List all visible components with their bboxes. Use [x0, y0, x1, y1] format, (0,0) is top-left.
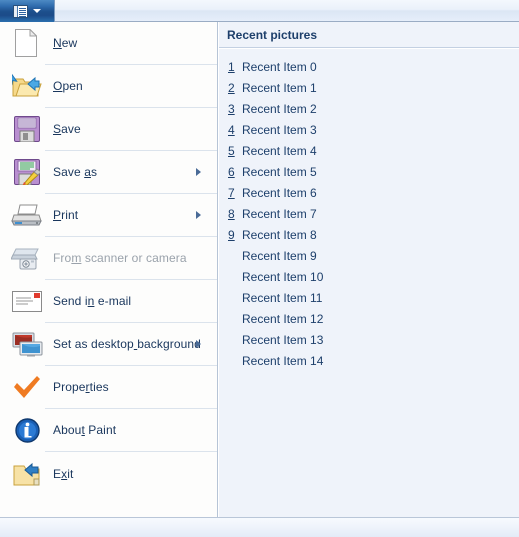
recent-item-label: Recent Item 10 — [242, 269, 324, 284]
envelope-icon — [8, 284, 46, 318]
menu-item-exit[interactable]: Exit — [0, 452, 217, 495]
recent-item-label: Recent Item 7 — [242, 206, 317, 221]
menu-item-set-desktop[interactable]: Set as desktop background — [0, 323, 217, 366]
menu-item-label: Open — [53, 79, 83, 93]
submenu-arrow-icon — [196, 168, 201, 176]
recent-item-number: 7 — [228, 185, 235, 200]
recent-item-label: Recent Item 12 — [242, 311, 324, 326]
monitors-icon — [12, 332, 43, 357]
submenu-arrow-icon — [196, 211, 201, 219]
recent-item[interactable]: 8 Recent Item 7 — [219, 203, 519, 224]
recent-item[interactable]: Recent Item 10 — [219, 266, 519, 287]
paint-file-menu-window: New Open Save Save as Print From scanner or c… — [0, 0, 519, 537]
file-menu-list: New Open Save Save as Print From scanner or c… — [0, 22, 217, 495]
recent-item-label: Recent Item 14 — [242, 353, 324, 368]
recent-item-number: 9 — [228, 227, 235, 242]
menu-item-label: About Paint — [53, 423, 117, 437]
recent-item-label: Recent Item 3 — [242, 122, 317, 137]
floppy-disk-icon — [14, 116, 40, 142]
recent-item-number: 1 — [228, 59, 235, 74]
floppy-disk-pencil-icon — [8, 155, 46, 189]
recent-item-label: Recent Item 5 — [242, 164, 317, 179]
menu-item-print[interactable]: Print — [0, 194, 217, 237]
recent-item-number: 8 — [228, 206, 235, 221]
status-bar — [0, 517, 519, 537]
recent-item[interactable]: 5 Recent Item 4 — [219, 140, 519, 161]
recent-item[interactable]: Recent Item 12 — [219, 308, 519, 329]
new-page-icon — [8, 26, 46, 60]
menu-item-save-as[interactable]: Save as — [0, 151, 217, 194]
menu-list-icon — [13, 4, 28, 18]
recent-item[interactable]: Recent Item 9 — [219, 245, 519, 266]
info-circle-icon — [15, 418, 40, 443]
menu-item-label: Save — [53, 122, 81, 136]
recent-item-label: Recent Item 11 — [242, 290, 323, 305]
info-circle-icon — [8, 413, 46, 447]
orange-check-icon — [14, 376, 40, 398]
printer-icon — [8, 198, 46, 232]
menu-item-new[interactable]: New — [0, 22, 217, 65]
recent-item-label: Recent Item 9 — [242, 248, 317, 263]
recent-item-label: Recent Item 6 — [242, 185, 317, 200]
menu-item-properties[interactable]: Properties — [0, 366, 217, 409]
menu-item-send-email[interactable]: Send in e-mail — [0, 280, 217, 323]
menu-item-save[interactable]: Save — [0, 108, 217, 151]
recent-item[interactable]: 7 Recent Item 6 — [219, 182, 519, 203]
recent-item-number: 5 — [228, 143, 235, 158]
menu-item-label: Exit — [53, 466, 74, 481]
recent-item-label: Recent Item 8 — [242, 227, 317, 242]
recent-item[interactable]: 3 Recent Item 2 — [219, 98, 519, 119]
menu-item-label: Save as — [53, 165, 98, 179]
submenu-arrow-icon — [196, 340, 201, 348]
scanner-camera-icon — [8, 241, 46, 275]
recent-item-number: 6 — [228, 164, 235, 179]
recent-item-label: Recent Item 13 — [242, 332, 324, 347]
envelope-icon — [12, 291, 42, 312]
menu-item-label: From scanner or camera — [53, 251, 187, 265]
recent-item-label: Recent Item 1 — [242, 80, 317, 95]
menu-item-label: New — [53, 36, 78, 50]
recent-item-label: Recent Item 2 — [242, 101, 317, 116]
scanner-camera-icon — [11, 248, 39, 270]
command-pane: New Open Save Save as Print From scanner or c… — [0, 22, 218, 517]
menu-body: New Open Save Save as Print From scanner or c… — [0, 22, 519, 517]
chevron-down-icon — [33, 9, 41, 13]
printer-icon — [11, 204, 42, 226]
recent-item[interactable]: Recent Item 11 — [219, 287, 519, 308]
exit-folder-icon — [8, 457, 46, 491]
floppy-disk-icon — [8, 112, 46, 146]
recent-pictures-header: Recent pictures — [219, 22, 519, 48]
menu-item-about-paint[interactable]: About Paint — [0, 409, 217, 452]
title-bar — [0, 0, 519, 22]
exit-folder-icon — [13, 462, 40, 485]
menu-item-from-scanner: From scanner or camera — [0, 237, 217, 280]
recent-item-number: 2 — [228, 80, 235, 95]
recent-item[interactable]: 9 Recent Item 8 — [219, 224, 519, 245]
menu-item-open[interactable]: Open — [0, 65, 217, 108]
recent-pictures-list: 1 Recent Item 0 2 Recent Item 1 3 Recent Item… — [219, 49, 519, 371]
recent-item[interactable]: 1 Recent Item 0 — [219, 56, 519, 77]
recent-pictures-pane: Recent pictures 1 Recent Item 0 2 Recent It… — [218, 22, 519, 517]
open-folder-icon — [8, 69, 46, 103]
new-page-icon — [15, 29, 37, 57]
recent-item-number: 3 — [228, 101, 235, 116]
recent-item-label: Recent Item 4 — [242, 143, 317, 158]
menu-item-label: Set as desktop background — [53, 337, 201, 351]
recent-item-number: 4 — [228, 122, 235, 137]
recent-item[interactable]: 6 Recent Item 5 — [219, 161, 519, 182]
menu-item-label: Send in e-mail — [53, 294, 132, 308]
monitors-icon — [8, 327, 46, 361]
open-folder-icon — [12, 73, 42, 97]
recent-item[interactable]: 4 Recent Item 3 — [219, 119, 519, 140]
recent-item[interactable]: 2 Recent Item 1 — [219, 77, 519, 98]
floppy-disk-pencil-icon — [14, 159, 40, 185]
paint-application-menu-button[interactable] — [0, 0, 55, 22]
menu-item-label: Properties — [53, 380, 109, 394]
recent-item-label: Recent Item 0 — [242, 59, 317, 74]
menu-item-label: Print — [53, 208, 79, 222]
recent-item[interactable]: Recent Item 13 — [219, 329, 519, 350]
orange-check-icon — [8, 370, 46, 404]
recent-item[interactable]: Recent Item 14 — [219, 350, 519, 371]
